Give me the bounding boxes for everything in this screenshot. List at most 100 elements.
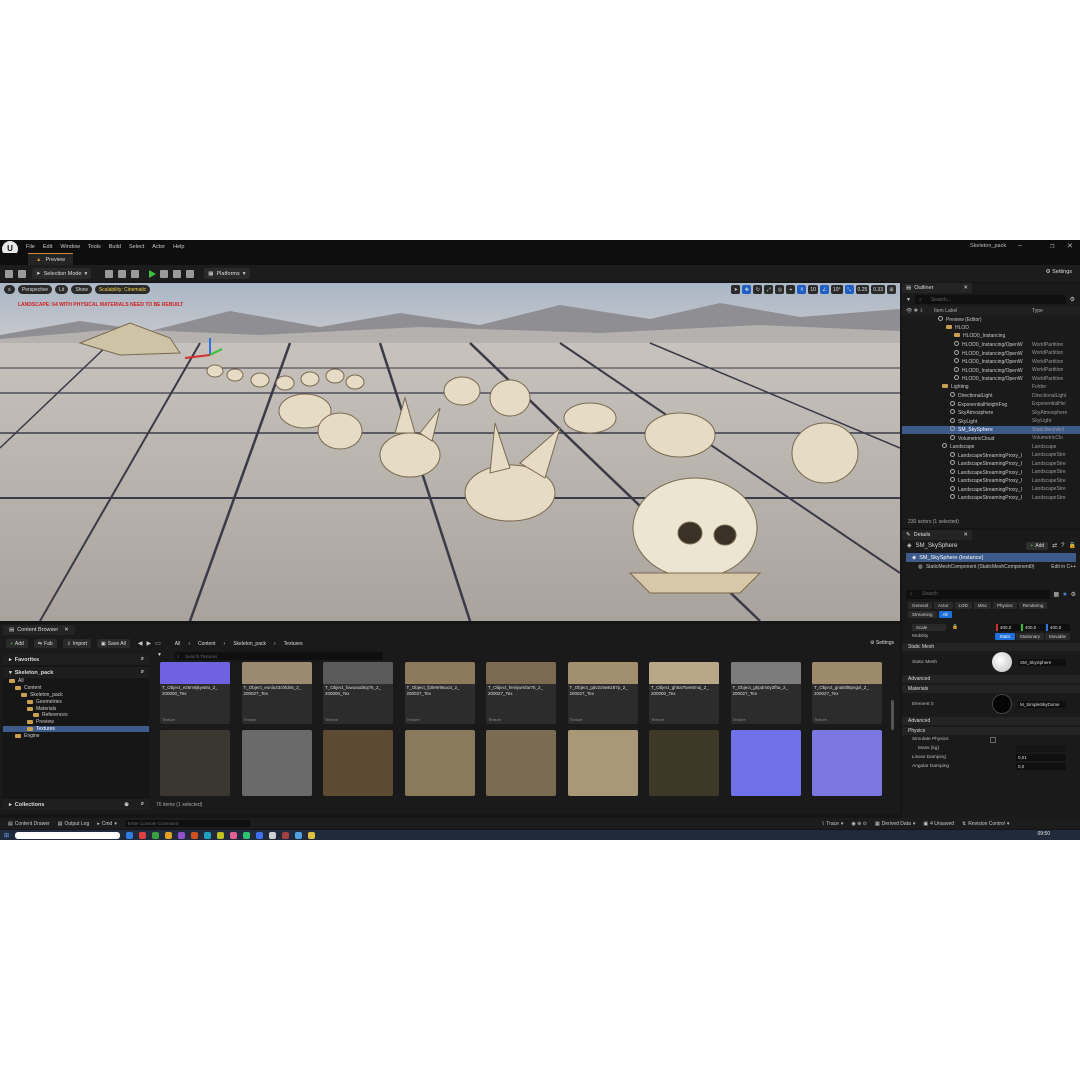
menu-tools[interactable]: Tools — [84, 244, 105, 250]
folder-tree-item[interactable]: Geometries — [3, 698, 149, 705]
outliner-row[interactable]: ExponentialHeightFog ExponentialHei — [902, 400, 1080, 409]
scale-snap-toggle[interactable]: ⤡ — [844, 285, 854, 294]
grid-view-icon[interactable]: ▦ — [1054, 591, 1060, 598]
lock-icon[interactable]: 🔒 — [1069, 542, 1076, 549]
material-thumbnail[interactable] — [992, 694, 1012, 714]
folder-tree-item[interactable]: References — [3, 712, 149, 719]
filter-tab-physics[interactable]: Physics — [993, 602, 1017, 609]
outliner-row[interactable]: LandscapeStreamingProxy_I LandscapeStre — [902, 477, 1080, 486]
outliner-row[interactable]: HLOD — [902, 324, 1080, 333]
menu-select[interactable]: Select — [125, 244, 148, 250]
start-icon[interactable]: ⊞ — [4, 832, 9, 839]
outliner-row[interactable]: HLOD0_Instancing — [902, 332, 1080, 341]
cmd-dropdown[interactable]: ▸ Cmd ▾ — [97, 821, 117, 827]
selection-mode-button[interactable]: ➤ Selection Mode ▾ — [32, 268, 92, 279]
asset-tile-thumbnail[interactable] — [486, 730, 556, 796]
grid-snap-value[interactable]: 10 — [808, 285, 818, 294]
outliner-row[interactable]: HLOD0_Instancing/OpenW WorldPartition — [902, 341, 1080, 350]
section-advanced-2[interactable]: Advanced — [902, 717, 1080, 725]
cinematics-icon[interactable] — [131, 269, 140, 278]
outliner-row[interactable]: LandscapeStreamingProxy_I LandscapeStre — [902, 460, 1080, 469]
menu-actor[interactable]: Actor — [148, 244, 169, 250]
mass-field[interactable] — [1016, 745, 1066, 752]
search-icon[interactable]: ⌕ — [141, 669, 144, 676]
outliner-row[interactable]: SM_SkySphere StaticMeshAct — [902, 425, 1080, 434]
scale-x-field[interactable]: 400,0 — [996, 624, 1020, 631]
outliner-row[interactable]: LandscapeStreamingProxy_I LandscapeStre — [902, 468, 1080, 477]
outliner-row[interactable]: Landscape Landscape — [902, 443, 1080, 452]
search-icon[interactable]: ⌕ — [141, 656, 144, 663]
taskbar-app-icon[interactable] — [165, 831, 173, 839]
asset-tile[interactable]: T_Object_ghpdm0y2fha_2_ 200027_Tex Textur… — [730, 662, 801, 724]
forward-icon[interactable]: ▶ — [146, 640, 151, 647]
scale-y-field[interactable]: 400,0 — [1021, 624, 1045, 631]
folder-tree-item[interactable]: All — [3, 678, 149, 685]
linear-damping-field[interactable]: 0,01 — [1016, 754, 1066, 761]
settings-icon[interactable]: ⚙ — [1070, 296, 1075, 303]
trace-button[interactable]: ⌇ Trace ▾ — [822, 821, 844, 827]
asset-tile-thumbnail[interactable] — [160, 730, 230, 796]
outliner-row[interactable]: SkyLight SkyLight — [902, 417, 1080, 426]
outliner-row[interactable]: VolumetricCloud VolumetricClo — [902, 434, 1080, 443]
add-component-button[interactable]: + Add — [1026, 541, 1049, 550]
translate-tool-icon[interactable]: ✥ — [742, 285, 752, 294]
unsaved-button[interactable]: ▣ 4 Unsaved — [923, 821, 954, 827]
filter-tab-lod[interactable]: LOD — [954, 602, 972, 609]
menu-edit[interactable]: Edit — [39, 244, 56, 250]
blueprint-icon[interactable]: ⇄ — [1052, 542, 1057, 549]
section-static-mesh[interactable]: Static Mesh — [902, 643, 1080, 651]
add-collection-icon[interactable]: ⊕ — [124, 802, 129, 808]
folder-tree-item[interactable]: Preview — [3, 719, 149, 726]
console-input[interactable]: Enter Console Command — [124, 820, 250, 827]
asset-tile-thumbnail[interactable] — [404, 730, 475, 796]
asset-tile[interactable]: T_Object_gnati0l8pngxl_2_ 200027_Tex Text… — [812, 662, 882, 724]
mobility-movable[interactable]: Movable — [1044, 633, 1070, 640]
stop-icon[interactable] — [173, 269, 182, 278]
scalability-button[interactable]: Scalability: Cinematic — [94, 285, 151, 294]
outliner-row[interactable]: LandscapeStreamingProxy_I LandscapeStre — [902, 451, 1080, 460]
asset-tile-thumbnail[interactable] — [323, 730, 393, 796]
menu-help[interactable]: Help — [169, 244, 188, 250]
scale-snap-value[interactable]: 0.25 — [855, 285, 870, 294]
asset-tile-thumbnail[interactable] — [241, 730, 312, 796]
taskbar-app-icon[interactable] — [204, 831, 212, 839]
filter-tab-streaming[interactable]: Streaming — [908, 611, 937, 618]
component-instance-row[interactable]: ◈ SM_SkySphere (Instance) — [906, 553, 1076, 562]
taskbar-app-icon[interactable] — [139, 831, 147, 839]
surface-snap-icon[interactable]: ⌖ — [786, 285, 796, 294]
perspective-button[interactable]: Perspective — [17, 285, 53, 294]
taskbar-app-icon[interactable] — [126, 831, 134, 839]
outliner-search-input[interactable]: ⌕ Search... — [914, 295, 1066, 304]
asset-tile[interactable]: T_Object_gh0a75ve0moj_2_ 200000_Tex Textu… — [649, 662, 719, 724]
outliner-row[interactable]: HLOD0_Instancing/OpenW WorldPartition — [902, 349, 1080, 358]
asset-tile[interactable]: T_Object_fj3le9r96oo3_2_ 200027_Tex Textu… — [404, 662, 475, 724]
filter-tab-actor[interactable]: Actor — [934, 602, 953, 609]
taskbar-app-icon[interactable] — [295, 831, 303, 839]
folder-tree-item[interactable]: Content — [3, 685, 149, 692]
folder-tree-item[interactable]: Skeleton_pack — [3, 692, 149, 699]
outliner-row[interactable]: LandscapeStreamingProxy_I LandscapeStre — [902, 494, 1080, 503]
close-icon[interactable]: ✕ — [963, 285, 968, 291]
breadcrumb-item[interactable]: Content — [198, 641, 216, 647]
angular-damping-field[interactable]: 0,0 — [1016, 763, 1066, 770]
project-root-header[interactable]: ▾ Skeleton_pack ⌕ — [3, 667, 149, 678]
eject-icon[interactable] — [186, 269, 195, 278]
close-icon[interactable]: ✕ — [1067, 242, 1073, 250]
taskbar-app-icon[interactable] — [152, 831, 160, 839]
camera-speed-value[interactable]: 0.33 — [871, 285, 885, 294]
maximize-viewport-icon[interactable]: ⊞ — [887, 285, 896, 294]
edit-in-cpp-link[interactable]: Edit in C++ — [1051, 564, 1076, 570]
taskbar-app-icon[interactable] — [191, 831, 199, 839]
step-icon[interactable] — [160, 269, 169, 278]
content-drawer-button[interactable]: ▤ Content Drawer — [8, 821, 50, 827]
maximize-icon[interactable]: ❐ — [1050, 244, 1054, 250]
select-tool-icon[interactable]: ➤ — [731, 285, 741, 294]
rotation-snap-value[interactable]: 10° — [830, 285, 843, 294]
asset-tile-thumbnail[interactable] — [649, 730, 719, 796]
tab-preview[interactable]: ▲ Preview — [28, 253, 74, 265]
world-space-icon[interactable]: ◎ — [775, 285, 785, 294]
outliner-row[interactable]: Lighting Folder — [902, 383, 1080, 392]
filter-tab-rendering[interactable]: Rendering — [1018, 602, 1048, 609]
asset-tile[interactable]: T_Object_e26m9jkyw8o_2_ 200000_Tex Textur… — [160, 662, 230, 724]
rotation-snap-toggle[interactable]: ∠ — [819, 285, 829, 294]
